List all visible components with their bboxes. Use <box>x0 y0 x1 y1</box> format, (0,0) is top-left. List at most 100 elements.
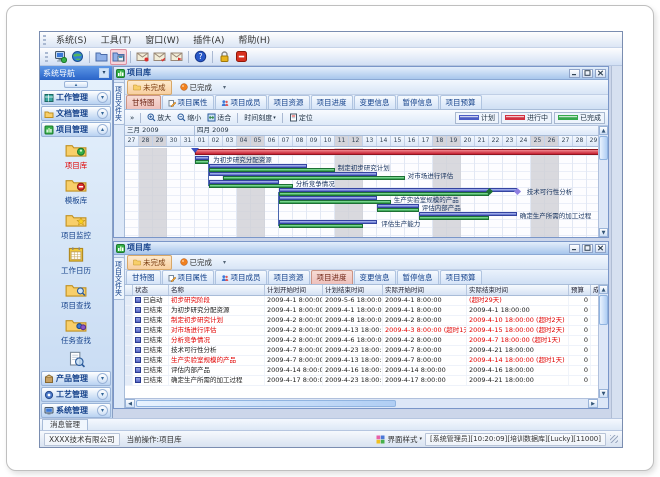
collapse-button[interactable]: ▴ <box>64 81 88 88</box>
scroll-thumb[interactable] <box>136 400 396 407</box>
close-button[interactable] <box>595 69 606 78</box>
folder-tab-已完成[interactable]: 已完成 <box>175 81 218 94</box>
chevron-down-icon[interactable]: ▾ <box>97 373 108 384</box>
minimize-button[interactable] <box>569 244 580 253</box>
chevron-down-icon[interactable]: ▾ <box>97 389 108 400</box>
sidebar-item-calendar[interactable]: 工作日历 <box>40 246 112 275</box>
view-tab-项目进度[interactable]: 项目进度 <box>311 270 353 284</box>
globe-icon[interactable] <box>69 49 86 65</box>
scroll-right-arrow[interactable]: ▶ <box>588 399 598 408</box>
sidebar-item-folder-user[interactable]: 项目库 <box>40 141 112 170</box>
column-header-实际结束时间[interactable]: 实际结束时间 <box>467 285 569 295</box>
mail-icon[interactable] <box>134 49 151 65</box>
column-header-名称[interactable]: 名称 <box>169 285 265 295</box>
view-tab-甘特图[interactable]: 甘特图 <box>126 270 161 284</box>
chevron-down-icon[interactable]: ▾ <box>97 405 108 416</box>
table-row[interactable]: 已结束制定初步研究计划2009-4-2 8:00:002009-4-8 18:0… <box>125 316 598 326</box>
table-row[interactable]: 已启动初步研究阶段2009-4-1 8:00:002009-5-6 18:00:… <box>125 296 598 306</box>
scroll-thumb[interactable] <box>599 136 608 160</box>
sidebar-item-doc-search[interactable]: 项目文档查找 <box>40 351 112 370</box>
view-tab-项目进度[interactable]: 项目进度 <box>311 95 353 109</box>
sidebar-group-work[interactable]: 工作管理▾ <box>41 90 111 105</box>
column-header-预算[interactable]: 预算 <box>569 285 591 295</box>
sidebar-group-prod[interactable]: 产品管理▾ <box>41 371 111 386</box>
help-icon[interactable]: ? <box>192 49 209 65</box>
view-tab-项目属性[interactable]: 项目属性 <box>162 95 214 109</box>
menu-item-1[interactable]: 工具(T) <box>94 32 139 47</box>
scroll-up-arrow[interactable]: ▲ <box>599 285 608 294</box>
timescale-dropdown[interactable]: 时间刻度 ▾ <box>242 112 278 124</box>
column-header-计划开始时间[interactable]: 计划开始时间 <box>265 285 323 295</box>
tab-overflow-chevron[interactable]: ▾ <box>223 84 226 91</box>
column-header-成本[interactable]: 成本 <box>591 285 598 295</box>
close-button[interactable] <box>595 244 606 253</box>
view-tab-暂停信息[interactable]: 暂停信息 <box>397 95 439 109</box>
column-header-状态[interactable]: 状态 <box>133 285 169 295</box>
sidebar-group-doc[interactable]: 文档管理▾ <box>41 106 111 121</box>
scroll-left-arrow[interactable]: ◀ <box>125 399 135 408</box>
zoom-out-button[interactable]: 缩小 <box>175 112 203 124</box>
sidebar-group-craft[interactable]: 工艺管理▾ <box>41 387 111 402</box>
scroll-thumb[interactable] <box>599 295 608 325</box>
gantt-bar-done[interactable] <box>279 200 391 204</box>
table-row[interactable]: 已结束为初步研究分配资源2009-4-1 8:00:002009-4-1 18:… <box>125 306 598 316</box>
table-row[interactable]: 已结束技术可行性分析2009-4-7 8:00:002009-4-23 18:0… <box>125 346 598 356</box>
view-tab-暂停信息[interactable]: 暂停信息 <box>397 270 439 284</box>
mail-send-icon[interactable] <box>168 49 185 65</box>
sidebar-group-sys[interactable]: 系统管理▾ <box>41 403 111 418</box>
sidebar-group-proj[interactable]: 项目管理▴ <box>41 122 111 137</box>
menu-item-2[interactable]: 窗口(W) <box>138 32 186 47</box>
table-window-titlebar[interactable]: 项目库 <box>114 242 608 255</box>
column-header-计划结束时间[interactable]: 计划结束时间 <box>323 285 383 295</box>
more-buttons-chevron[interactable]: » <box>128 113 136 123</box>
sidebar-item-folder-search[interactable]: 项目查找 <box>40 281 112 310</box>
stop-icon[interactable] <box>233 49 250 65</box>
view-tab-项目资源[interactable]: 项目资源 <box>268 95 310 109</box>
tab-message-management[interactable]: 消息管理 <box>42 419 88 430</box>
view-tab-项目资源[interactable]: 项目资源 <box>268 270 310 284</box>
maximize-button[interactable] <box>582 244 593 253</box>
locate-button[interactable]: 定位 <box>287 112 315 124</box>
view-tab-变更信息[interactable]: 变更信息 <box>354 95 396 109</box>
scroll-up-arrow[interactable]: ▲ <box>599 126 608 135</box>
view-tab-项目预算[interactable]: 项目预算 <box>440 95 482 109</box>
menu-item-4[interactable]: 帮助(H) <box>231 32 277 47</box>
computer-icon[interactable] <box>52 49 69 65</box>
table-row[interactable]: 已结束确定生产所需的加工过程2009-4-17 8:00:002009-4-23… <box>125 376 598 386</box>
project-folder-side-tab[interactable]: 项目文件夹 <box>114 82 125 125</box>
lock-icon[interactable] <box>216 49 233 65</box>
tab-overflow-chevron[interactable]: ▾ <box>223 259 226 266</box>
maximize-button[interactable] <box>582 69 593 78</box>
sidebar-item-folder-block[interactable]: 模板库 <box>40 176 112 205</box>
table-row[interactable]: 已结束对市场进行评估2009-4-2 8:00:002009-4-13 18:0… <box>125 326 598 336</box>
gantt-bar-done[interactable] <box>419 216 489 220</box>
chevron-up-icon[interactable]: ▴ <box>97 124 108 135</box>
fit-button[interactable]: 适合 <box>205 112 233 124</box>
folder-icon[interactable] <box>93 49 110 65</box>
table-horizontal-scrollbar[interactable]: ◀ ▶ <box>125 398 598 408</box>
sidebar-item-folder-star[interactable]: 项目监控 <box>40 211 112 240</box>
column-header-实际开始时间[interactable]: 实际开始时间 <box>383 285 467 295</box>
gantt-bar-done[interactable] <box>279 224 363 228</box>
sidebar-item-folder-people[interactable]: 任务查找 <box>40 316 112 345</box>
view-tab-项目成员[interactable]: 项目成员 <box>215 95 267 109</box>
gantt-bar-inprogress[interactable] <box>195 149 598 155</box>
table-row[interactable]: 已结束生产实验室规模的产品2009-4-7 8:00:002009-4-13 1… <box>125 356 598 366</box>
table-row[interactable]: 已结束分析竞争情况2009-4-2 8:00:002009-4-6 18:00:… <box>125 336 598 346</box>
milestone-marker[interactable] <box>514 188 521 195</box>
menu-item-3[interactable]: 插件(A) <box>186 32 231 47</box>
table-row[interactable]: 已结束评估内部产品2009-4-14 8:00:002009-4-16 18:0… <box>125 366 598 376</box>
row-indicator-header[interactable] <box>125 285 133 295</box>
view-tab-项目属性[interactable]: 项目属性 <box>162 270 214 284</box>
scroll-down-arrow[interactable]: ▼ <box>599 389 608 398</box>
folder-tab-未完成[interactable]: 未完成 <box>127 80 172 95</box>
view-tab-变更信息[interactable]: 变更信息 <box>354 270 396 284</box>
scroll-down-arrow[interactable]: ▼ <box>599 228 608 237</box>
folder-tab-已完成[interactable]: 已完成 <box>175 256 218 269</box>
minimize-button[interactable] <box>569 69 580 78</box>
project-folder-side-tab[interactable]: 项目文件夹 <box>114 257 125 300</box>
ui-style-dropdown[interactable]: 界面样式 ▾ <box>376 434 422 445</box>
gantt-window-titlebar[interactable]: 项目库 <box>114 67 608 80</box>
gantt-bar-done[interactable] <box>377 208 419 212</box>
view-tab-项目成员[interactable]: 项目成员 <box>215 270 267 284</box>
